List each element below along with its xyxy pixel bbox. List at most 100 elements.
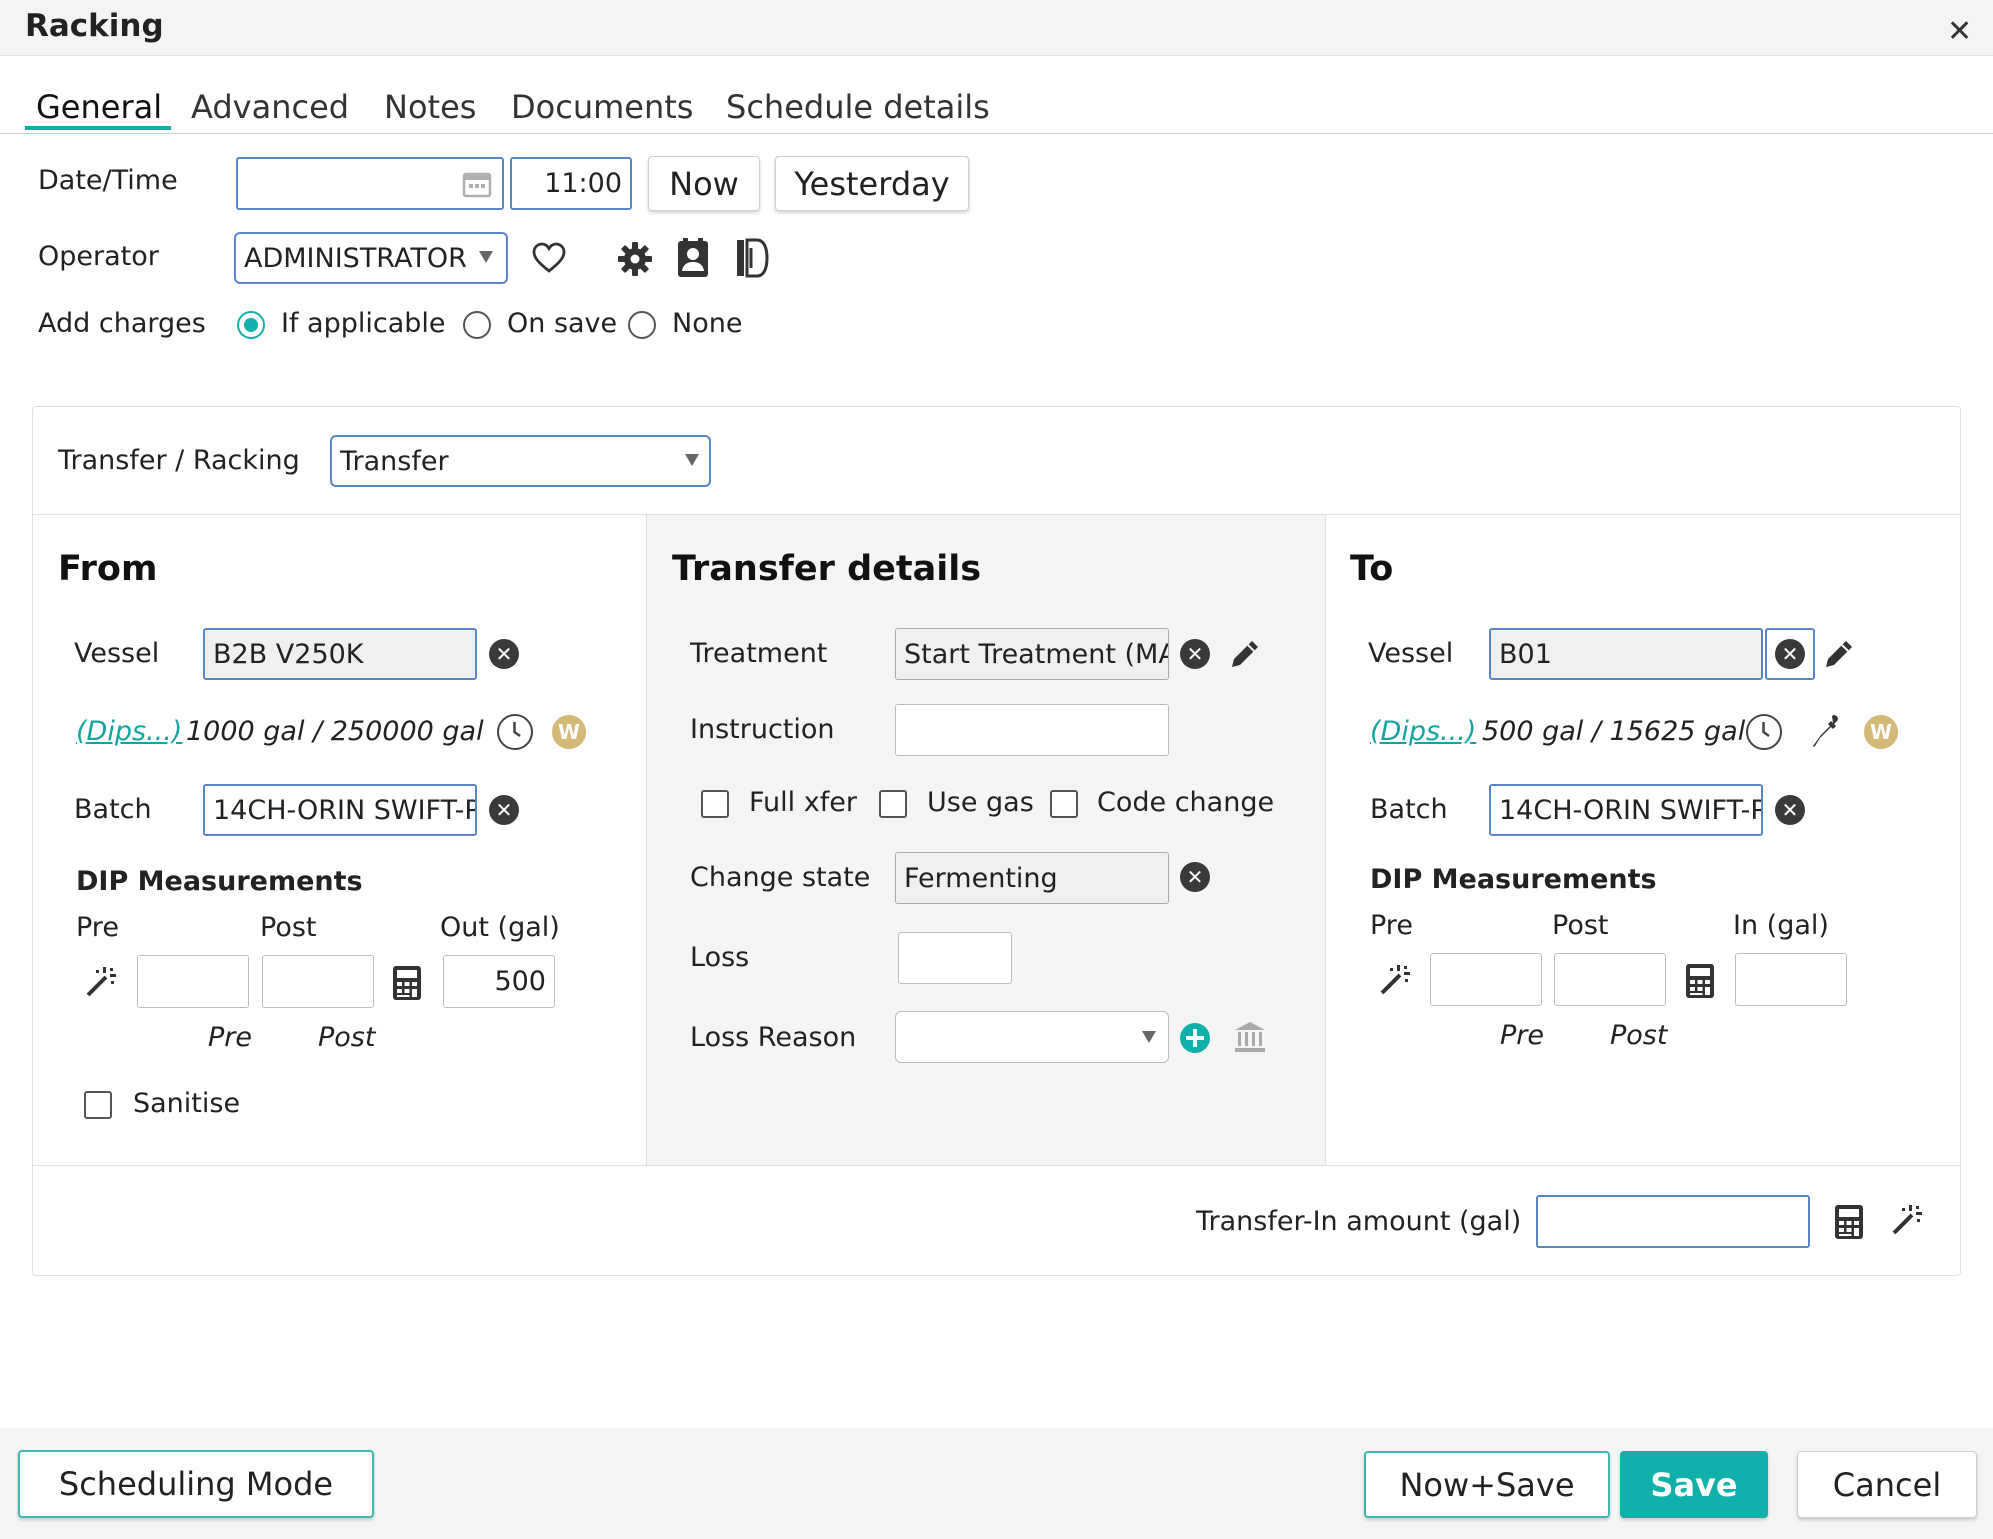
from-clock-icon[interactable]	[497, 714, 533, 750]
save-button[interactable]: Save	[1620, 1451, 1768, 1518]
to-magic-wand-icon[interactable]	[1378, 963, 1412, 997]
sanitise-label[interactable]: Sanitise	[133, 1088, 240, 1119]
scheduling-mode-button[interactable]: Scheduling Mode	[18, 1450, 374, 1518]
dropdown-arrow-icon	[478, 250, 494, 264]
from-pre-input[interactable]	[137, 955, 249, 1008]
transfer-type-label: Transfer / Racking	[58, 445, 300, 476]
from-post-label: Post	[260, 912, 317, 943]
from-magic-wand-icon[interactable]	[84, 965, 118, 999]
operator-value: ADMINISTRATOR	[244, 242, 467, 274]
treatment-clear-icon[interactable]: ✕	[1180, 639, 1210, 669]
gear-icon[interactable]	[617, 241, 653, 277]
bank-icon[interactable]	[1233, 1020, 1267, 1054]
from-vessel-input[interactable]: B2B V250K	[203, 628, 477, 680]
use-gas-label[interactable]: Use gas	[927, 787, 1034, 818]
transfer-in-calculator-icon[interactable]	[1834, 1204, 1864, 1240]
contact-card-icon[interactable]	[675, 237, 711, 279]
from-out-label: Out (gal)	[440, 912, 560, 943]
from-batch-label: Batch	[74, 794, 152, 825]
sanitise-checkbox[interactable]	[84, 1091, 112, 1119]
from-out-value: 500	[494, 966, 546, 997]
tab-documents[interactable]: Documents	[511, 88, 693, 126]
full-xfer-label[interactable]: Full xfer	[749, 787, 857, 818]
to-pre-label: Pre	[1370, 910, 1413, 941]
instruction-label: Instruction	[690, 714, 835, 745]
change-state-input[interactable]: Fermenting	[895, 852, 1169, 904]
charges-radio-none[interactable]	[628, 311, 656, 339]
transfer-in-magic-wand-icon[interactable]	[1890, 1203, 1924, 1237]
to-post-label: Post	[1552, 910, 1609, 941]
from-batch-input[interactable]: 14CH-ORIN SWIFT-PAL	[203, 784, 477, 836]
to-volume-text: 500 gal / 15625 gal	[1482, 716, 1746, 747]
add-loss-reason-icon[interactable]	[1179, 1022, 1211, 1054]
full-xfer-checkbox[interactable]	[701, 790, 729, 818]
to-in-input[interactable]	[1735, 953, 1847, 1006]
to-vessel-clear-button[interactable]: ✕	[1765, 628, 1815, 680]
to-batch-input[interactable]: 14CH-ORIN SWIFT-PAL	[1489, 784, 1763, 836]
charges-radio-if-applicable[interactable]	[237, 311, 265, 339]
charges-radio-on-save[interactable]	[463, 311, 491, 339]
treatment-pencil-icon[interactable]	[1228, 637, 1262, 671]
close-icon[interactable]: ✕	[1947, 14, 1972, 49]
calendar-icon[interactable]	[462, 170, 492, 198]
to-pre-input[interactable]	[1430, 953, 1542, 1006]
to-vessel-clear-icon[interactable]: ✕	[1775, 639, 1805, 669]
tab-general[interactable]: General	[36, 88, 162, 126]
from-calculator-icon[interactable]	[392, 965, 422, 1001]
to-in-label: In (gal)	[1733, 910, 1829, 941]
loss-label: Loss	[690, 942, 750, 973]
to-batch-clear-icon[interactable]: ✕	[1775, 795, 1805, 825]
title-bar	[0, 0, 1993, 56]
operator-select[interactable]: ADMINISTRATOR	[234, 232, 508, 284]
from-pre-label: Pre	[76, 912, 119, 943]
heart-icon[interactable]	[531, 242, 567, 274]
to-dropper-icon[interactable]	[1810, 713, 1844, 751]
to-vessel-pencil-icon[interactable]	[1822, 637, 1856, 671]
from-vessel-clear-icon[interactable]: ✕	[489, 639, 519, 669]
from-vessel-value: B2B V250K	[213, 638, 364, 670]
to-batch-value: 14CH-ORIN SWIFT-PAL	[1499, 794, 1761, 826]
change-state-label: Change state	[690, 862, 871, 893]
cancel-button[interactable]: Cancel	[1797, 1451, 1977, 1518]
time-input[interactable]: 11:00	[510, 157, 632, 210]
from-batch-value: 14CH-ORIN SWIFT-PAL	[213, 794, 475, 826]
from-batch-clear-icon[interactable]: ✕	[489, 795, 519, 825]
charges-option-none[interactable]: None	[672, 308, 742, 339]
transfer-in-input[interactable]	[1536, 1195, 1810, 1248]
add-charges-label: Add charges	[38, 308, 206, 339]
loss-reason-label: Loss Reason	[690, 1022, 857, 1053]
dropdown-arrow-icon	[684, 453, 700, 467]
transfer-type-select[interactable]: Transfer	[330, 435, 711, 487]
code-change-checkbox[interactable]	[1050, 790, 1078, 818]
now-save-button[interactable]: Now+Save	[1364, 1451, 1610, 1518]
code-change-label[interactable]: Code change	[1097, 787, 1274, 818]
from-post-input[interactable]	[262, 955, 374, 1008]
tab-notes[interactable]: Notes	[384, 88, 476, 126]
loss-reason-select[interactable]	[895, 1011, 1169, 1063]
treatment-label: Treatment	[690, 638, 828, 669]
loss-input[interactable]	[898, 932, 1012, 984]
tab-advanced[interactable]: Advanced	[191, 88, 349, 126]
to-dip-heading: DIP Measurements	[1370, 864, 1657, 895]
to-vessel-input[interactable]: B01	[1489, 628, 1763, 680]
from-out-input[interactable]: 500	[443, 955, 555, 1008]
change-state-clear-icon[interactable]: ✕	[1180, 862, 1210, 892]
charges-option-if-applicable[interactable]: If applicable	[281, 308, 446, 339]
to-calculator-icon[interactable]	[1685, 963, 1715, 999]
to-pre-hint: Pre	[1500, 1020, 1544, 1051]
to-w-badge[interactable]: W	[1864, 715, 1898, 749]
from-dips-link[interactable]: (Dips...)	[76, 716, 182, 747]
use-gas-checkbox[interactable]	[879, 790, 907, 818]
charges-option-on-save[interactable]: On save	[507, 308, 617, 339]
now-button[interactable]: Now	[648, 156, 760, 211]
to-post-input[interactable]	[1554, 953, 1666, 1006]
to-clock-icon[interactable]	[1746, 714, 1782, 750]
tab-schedule-details[interactable]: Schedule details	[726, 88, 990, 126]
yesterday-button[interactable]: Yesterday	[775, 156, 969, 211]
from-w-badge[interactable]: W	[552, 715, 586, 749]
to-dips-link[interactable]: (Dips...)	[1370, 716, 1476, 747]
instruction-input[interactable]	[895, 704, 1169, 756]
from-vessel-label: Vessel	[74, 638, 160, 669]
treatment-input[interactable]: Start Treatment (MA)	[895, 628, 1169, 680]
document-icon[interactable]	[735, 238, 769, 278]
